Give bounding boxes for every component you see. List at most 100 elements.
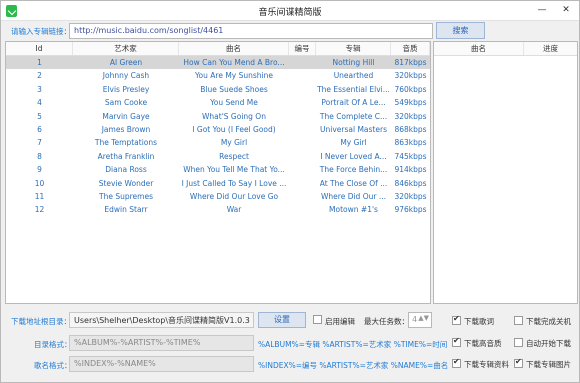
close-button[interactable]: ✕ (555, 3, 577, 18)
cell-number (289, 190, 316, 203)
column-header-album[interactable]: 专辑 (316, 42, 391, 55)
cell-id: 6 (37, 124, 42, 134)
minimize-button[interactable]: — (531, 3, 553, 18)
cell-artist: Diana Ross (105, 165, 147, 175)
column-header-number[interactable]: 编号 (289, 42, 316, 55)
max-tasks-value: 4 (412, 315, 418, 324)
cell-number (289, 203, 316, 216)
download-dir-label: 下载地址根目录： (11, 317, 71, 326)
table-row[interactable]: 10 Stevie Wonder I Just Called To Say I … (6, 177, 430, 190)
cell-album: Unearthed (333, 71, 374, 81)
cell-artist: The Supremes (99, 191, 153, 201)
cell-song: What'S Going On (202, 111, 266, 121)
enable-edit-checkbox[interactable] (313, 315, 322, 324)
cell-id: 3 (37, 84, 42, 94)
download-hq-checkbox[interactable] (452, 336, 461, 347)
search-button[interactable]: 搜索 (436, 22, 485, 39)
cell-album: Motown #1's (329, 205, 378, 215)
name-format-field[interactable]: %INDEX%-%NAME% (69, 356, 254, 372)
name-format-label: 歌名格式： (34, 361, 72, 370)
cell-album: Where Did Our ... (321, 191, 386, 201)
column-header-quality[interactable]: 音质 (391, 42, 430, 55)
download-hq-label: 下载高音质 (464, 339, 502, 348)
table-row[interactable]: 7 The Temptations My Girl My Girl 863kbp… (6, 136, 430, 149)
cell-number (289, 123, 316, 136)
max-tasks-spinner[interactable]: 4 ▲▼ (408, 312, 432, 328)
download-lyrics-checkbox[interactable] (452, 314, 461, 325)
cell-album: Universal Masters (320, 124, 387, 134)
table-row[interactable]: 6 James Brown I Got You (I Feel Good) Un… (6, 123, 430, 136)
cell-artist: Edwin Starr (104, 205, 148, 215)
dir-format-field[interactable]: %ALBUM%-%ARTIST%-%TIME% (69, 335, 254, 351)
shutdown-after-download-checkbox[interactable] (514, 316, 523, 325)
table-row[interactable]: 3 Elvis Presley Blue Suede Shoes The Ess… (6, 83, 430, 96)
table-row[interactable]: 5 Marvin Gaye What'S Going On The Comple… (6, 110, 430, 123)
cell-number (289, 177, 316, 190)
song-table: Id 艺术家 曲名 编号 专辑 音质 1 Al Green How Can Yo… (5, 41, 431, 304)
download-dir-field[interactable]: Users\Shelher\Desktop\音乐间谍精简版V1.0.3 (69, 312, 254, 328)
cell-album: Portrait Of A Le... (321, 98, 386, 108)
column-header-id[interactable]: Id (6, 42, 73, 55)
download-album-cover-checkbox[interactable] (514, 357, 523, 368)
cell-id: 7 (37, 138, 42, 148)
cell-number (289, 110, 316, 123)
cell-artist: James Brown (101, 124, 151, 134)
cell-quality: 760kbps (394, 84, 427, 94)
cell-quality: 976kbps (394, 205, 427, 215)
cell-song: When You Tell Me That Yo... (183, 165, 285, 175)
cell-quality: 320kbps (394, 111, 427, 121)
cell-song: You Send Me (210, 98, 258, 108)
table-row[interactable]: 2 Johnny Cash You Are My Sunshine Uneart… (6, 69, 430, 82)
table-row[interactable]: 4 Sam Cooke You Send Me Portrait Of A Le… (6, 96, 430, 109)
table-row[interactable]: 1 Al Green How Can You Mend A Bro... Not… (6, 56, 430, 70)
cell-artist: The Temptations (94, 138, 158, 148)
cell-song: I Just Called To Say I Love ... (181, 178, 287, 188)
cell-artist: Sam Cooke (104, 98, 148, 108)
cell-song: Where Did Our Love Go (189, 191, 279, 201)
cell-quality: 863kbps (394, 138, 427, 148)
auto-start-download-label: 自动开始下载 (526, 339, 571, 348)
column-header-song[interactable]: 曲名 (179, 42, 289, 55)
cell-song: War (226, 205, 242, 215)
cell-album: At The Close Of ... (319, 178, 388, 188)
table-row[interactable]: 12 Edwin Starr War Motown #1's 976kbps (6, 203, 430, 216)
cell-number (289, 56, 316, 69)
cell-album: Notting Hill (332, 58, 375, 67)
cell-album: The Force Behin... (319, 165, 388, 175)
cell-album: My Girl (340, 138, 367, 148)
cell-id: 10 (34, 178, 45, 188)
set-dir-button[interactable]: 设置 (258, 312, 306, 328)
download-album-info-checkbox[interactable] (452, 357, 461, 368)
auto-start-download-checkbox[interactable] (514, 338, 523, 347)
table-row[interactable]: 8 Aretha Franklin Respect I Never Loved … (6, 150, 430, 163)
cell-id: 1 (37, 58, 42, 67)
album-url-input[interactable]: http://music.baidu.com/songlist/4461 (69, 23, 433, 39)
shutdown-after-download-label: 下载完成关机 (526, 317, 571, 326)
download-album-cover-label: 下载专辑图片 (526, 360, 571, 369)
cell-quality: 320kbps (394, 191, 427, 201)
cell-song: You Are My Sunshine (194, 71, 274, 81)
cell-song: Blue Suede Shoes (200, 84, 268, 94)
column-header-artist[interactable]: 艺术家 (73, 42, 179, 55)
dir-format-label: 目录格式： (34, 340, 72, 349)
table-row[interactable]: 11 The Supremes Where Did Our Love Go Wh… (6, 190, 430, 203)
cell-artist: Elvis Presley (102, 84, 150, 94)
queue-header-progress[interactable]: 进度 (524, 42, 577, 55)
name-format-hint: %INDEX%=编号 %ARTIST%=艺术家 %NAME%=曲名 (258, 361, 449, 370)
queue-header-song[interactable]: 曲名 (434, 42, 524, 55)
cell-quality: 320kbps (394, 71, 427, 81)
url-label: 请输入专辑链接： (11, 27, 71, 36)
download-album-info-label: 下载专辑资料 (464, 360, 509, 369)
cell-number (289, 150, 316, 163)
cell-quality: 549kbps (394, 98, 427, 108)
cell-number (289, 136, 316, 149)
cell-quality: 868kbps (394, 124, 427, 134)
window-title: 音乐间谍精简版 (258, 8, 322, 18)
cell-song: I Got You (I Feel Good) (192, 124, 276, 134)
table-row[interactable]: 9 Diana Ross When You Tell Me That Yo...… (6, 163, 430, 176)
queue-header: 曲名 进度 (434, 42, 577, 56)
cell-number (289, 69, 316, 82)
cell-number (289, 163, 316, 176)
enable-edit-label: 启用编辑 (325, 317, 355, 326)
dir-format-hint: %ALBUM%=专辑 %ARTIST%=艺术家 %TIME%=时间 (258, 340, 448, 349)
